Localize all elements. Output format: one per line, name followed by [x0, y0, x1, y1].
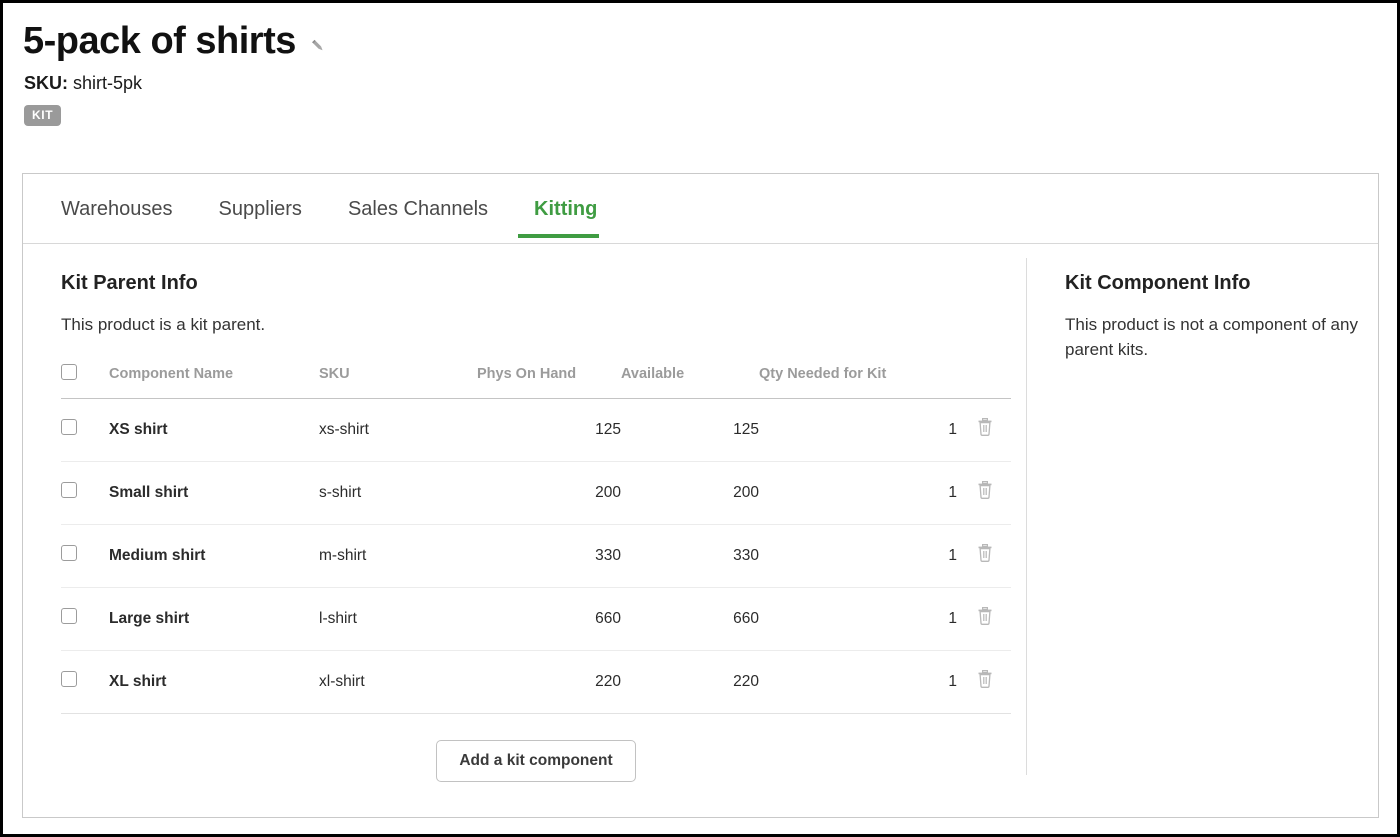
add-kit-component-button[interactable]: Add a kit component — [436, 740, 635, 782]
tab-suppliers[interactable]: Suppliers — [203, 174, 318, 244]
cell-component-name: XS shirt — [109, 398, 319, 461]
row-select-cell — [61, 461, 109, 524]
row-select-cell — [61, 587, 109, 650]
page-header: 5-pack of shirts SKU: shirt-5pk KIT — [3, 3, 1397, 126]
table-row[interactable]: XS shirt xs-shirt 125 125 1 — [61, 398, 1011, 461]
tab-kitting[interactable]: Kitting — [518, 174, 613, 244]
cell-phys-on-hand: 125 — [477, 398, 621, 461]
table-body: XS shirt xs-shirt 125 125 1 — [61, 398, 1011, 713]
tab-sales-channels[interactable]: Sales Channels — [332, 174, 504, 244]
cell-phys-on-hand: 660 — [477, 587, 621, 650]
app-frame: 5-pack of shirts SKU: shirt-5pk KIT Ware — [3, 3, 1397, 834]
cell-qty-needed: 1 — [759, 650, 957, 713]
row-checkbox[interactable] — [61, 482, 77, 498]
cell-phys-on-hand: 220 — [477, 650, 621, 713]
column-header-phys-on-hand: Phys On Hand — [477, 364, 621, 399]
column-header-component-name: Component Name — [109, 364, 319, 399]
table-header-row: Component Name SKU Phys On Hand Availabl… — [61, 364, 1011, 399]
kit-parent-pane: Kit Parent Info This product is a kit pa… — [23, 244, 1026, 817]
select-all-checkbox[interactable] — [61, 364, 77, 380]
row-checkbox[interactable] — [61, 608, 77, 624]
kit-parent-note: This product is a kit parent. — [61, 313, 361, 338]
cell-actions — [957, 461, 1011, 524]
cell-component-name: Small shirt — [109, 461, 319, 524]
cell-available: 330 — [621, 524, 759, 587]
row-select-cell — [61, 398, 109, 461]
cell-sku: xs-shirt — [319, 398, 477, 461]
cell-phys-on-hand: 330 — [477, 524, 621, 587]
row-select-cell — [61, 524, 109, 587]
cell-sku: l-shirt — [319, 587, 477, 650]
tab-bar: Warehouses Suppliers Sales Channels Kitt… — [23, 174, 1378, 244]
cell-actions — [957, 398, 1011, 461]
column-header-actions — [957, 364, 1011, 399]
kit-components-table: Component Name SKU Phys On Hand Availabl… — [61, 364, 1011, 714]
cell-qty-needed: 1 — [759, 461, 957, 524]
kit-component-pane: Kit Component Info This product is not a… — [1026, 258, 1378, 775]
page-title: 5-pack of shirts — [23, 21, 296, 63]
cell-sku: s-shirt — [319, 461, 477, 524]
trash-icon[interactable] — [977, 670, 993, 688]
trash-icon[interactable] — [977, 418, 993, 436]
badge-row: KIT — [3, 94, 1397, 126]
cell-phys-on-hand: 200 — [477, 461, 621, 524]
status-badge: KIT — [24, 105, 61, 126]
kit-parent-title: Kit Parent Info — [61, 272, 1026, 295]
cell-component-name: XL shirt — [109, 650, 319, 713]
cell-available: 125 — [621, 398, 759, 461]
cell-qty-needed: 1 — [759, 587, 957, 650]
title-row: 5-pack of shirts — [3, 3, 1397, 63]
kit-component-title: Kit Component Info — [1065, 272, 1378, 295]
cell-available: 220 — [621, 650, 759, 713]
tab-warehouses[interactable]: Warehouses — [61, 174, 189, 244]
cell-actions — [957, 524, 1011, 587]
card-body: Kit Parent Info This product is a kit pa… — [23, 244, 1378, 817]
cell-available: 200 — [621, 461, 759, 524]
cell-available: 660 — [621, 587, 759, 650]
trash-icon[interactable] — [977, 607, 993, 625]
row-checkbox[interactable] — [61, 671, 77, 687]
column-header-sku: SKU — [319, 364, 477, 399]
column-header-qty-needed: Qty Needed for Kit — [759, 364, 957, 399]
row-select-cell — [61, 650, 109, 713]
cell-actions — [957, 650, 1011, 713]
table-row[interactable]: XL shirt xl-shirt 220 220 1 — [61, 650, 1011, 713]
cell-sku: xl-shirt — [319, 650, 477, 713]
sku-label: SKU: — [24, 73, 68, 93]
sku-line: SKU: shirt-5pk — [3, 63, 1397, 94]
row-checkbox[interactable] — [61, 545, 77, 561]
trash-icon[interactable] — [977, 481, 993, 499]
table-row[interactable]: Large shirt l-shirt 660 660 1 — [61, 587, 1011, 650]
sku-value: shirt-5pk — [73, 73, 142, 93]
kit-component-note: This product is not a component of any p… — [1065, 313, 1365, 362]
cell-component-name: Medium shirt — [109, 524, 319, 587]
detail-card: Warehouses Suppliers Sales Channels Kitt… — [22, 173, 1379, 818]
row-checkbox[interactable] — [61, 419, 77, 435]
cell-component-name: Large shirt — [109, 587, 319, 650]
pencil-icon[interactable] — [308, 36, 328, 56]
add-button-wrap: Add a kit component — [61, 740, 1011, 782]
cell-qty-needed: 1 — [759, 524, 957, 587]
select-all-header — [61, 364, 109, 399]
column-header-available: Available — [621, 364, 759, 399]
cell-actions — [957, 587, 1011, 650]
table-row[interactable]: Medium shirt m-shirt 330 330 1 — [61, 524, 1011, 587]
trash-icon[interactable] — [977, 544, 993, 562]
cell-sku: m-shirt — [319, 524, 477, 587]
table-row[interactable]: Small shirt s-shirt 200 200 1 — [61, 461, 1011, 524]
cell-qty-needed: 1 — [759, 398, 957, 461]
